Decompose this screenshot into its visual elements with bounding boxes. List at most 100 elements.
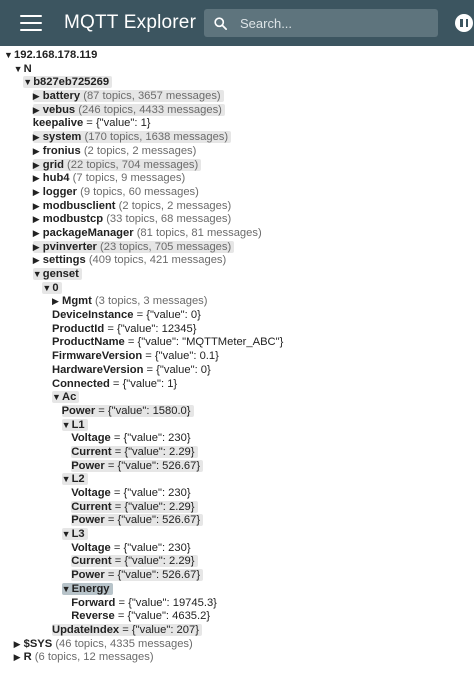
- tree-node[interactable]: ▶ hub4 (7 topics, 9 messages): [0, 172, 474, 186]
- expanded-arrow-icon[interactable]: ▼: [52, 391, 62, 405]
- tree-node[interactable]: DeviceInstance = {"value": 0}: [0, 309, 474, 323]
- tree-node-label[interactable]: ▶ vebus (246 topics, 4433 messages): [32, 103, 225, 116]
- tree-node-label[interactable]: Current = {"value": 2.29}: [71, 445, 198, 458]
- pause-icon[interactable]: [455, 14, 473, 32]
- tree-node-label[interactable]: Voltage = {"value": 230}: [71, 487, 190, 499]
- tree-node[interactable]: ▼L3: [0, 528, 474, 542]
- tree-node-label[interactable]: ▶ R (6 topics, 12 messages): [14, 651, 154, 663]
- tree-node-label[interactable]: Voltage = {"value": 230}: [71, 542, 190, 554]
- tree-node-label[interactable]: Power = {"value": 526.67}: [71, 459, 204, 472]
- tree-node-label[interactable]: ▼Ac: [52, 391, 80, 405]
- collapsed-arrow-icon[interactable]: ▶: [33, 227, 43, 241]
- tree-node-label[interactable]: ▼0: [42, 281, 62, 294]
- tree-node-label[interactable]: Voltage = {"value": 230}: [71, 432, 190, 444]
- tree-node-label[interactable]: ▶ battery (87 topics, 3657 messages): [32, 90, 224, 104]
- expanded-arrow-icon[interactable]: ▼: [62, 473, 72, 487]
- tree-node-label[interactable]: HardwareVersion = {"value": 0}: [52, 364, 211, 376]
- tree-node-label[interactable]: ▼genset: [32, 268, 82, 280]
- tree-node[interactable]: ▶ battery (87 topics, 3657 messages): [0, 90, 474, 104]
- tree-node[interactable]: ▼N: [0, 63, 474, 77]
- tree-node-label[interactable]: ProductName = {"value": "MQTTMeter_ABC"}: [52, 336, 283, 348]
- tree-node-label[interactable]: Power = {"value": 526.67}: [71, 569, 204, 582]
- tree-node-label[interactable]: ▶ logger (9 topics, 60 messages): [33, 186, 199, 198]
- collapsed-arrow-icon[interactable]: ▶: [33, 254, 43, 268]
- tree-node[interactable]: Voltage = {"value": 230}: [0, 542, 474, 556]
- tree-node[interactable]: Forward = {"value": 19745.3}: [0, 597, 474, 611]
- search-box[interactable]: [204, 9, 438, 37]
- tree-node[interactable]: Power = {"value": 526.67}: [0, 459, 474, 474]
- tree-node[interactable]: ProductName = {"value": "MQTTMeter_ABC"}: [0, 336, 474, 350]
- tree-node-label[interactable]: ▶ hub4 (7 topics, 9 messages): [33, 172, 185, 184]
- tree-node-label[interactable]: Forward = {"value": 19745.3}: [71, 597, 217, 609]
- tree-node-label[interactable]: Power = {"value": 1580.0}: [61, 404, 194, 417]
- tree-node-label[interactable]: Current = {"value": 2.29}: [71, 500, 198, 513]
- expanded-arrow-icon[interactable]: ▼: [62, 583, 72, 597]
- tree-node-label[interactable]: ▶ modbusclient (2 topics, 2 messages): [33, 200, 231, 212]
- tree-node[interactable]: ▼b827eb725269: [0, 76, 474, 90]
- tree-node-label[interactable]: ▼L1: [61, 418, 88, 431]
- collapsed-arrow-icon[interactable]: ▶: [33, 200, 43, 214]
- collapsed-arrow-icon[interactable]: ▶: [33, 241, 43, 255]
- tree-node[interactable]: ▶ logger (9 topics, 60 messages): [0, 186, 474, 200]
- tree-node[interactable]: ▶ fronius (2 topics, 2 messages): [0, 145, 474, 159]
- tree-node-label[interactable]: ▶ pvinverter (23 topics, 705 messages): [32, 240, 235, 255]
- tree-node[interactable]: ▶ settings (409 topics, 421 messages): [0, 254, 474, 268]
- tree-node[interactable]: ▶ modbusclient (2 topics, 2 messages): [0, 200, 474, 214]
- tree-node-label[interactable]: DeviceInstance = {"value": 0}: [52, 309, 201, 321]
- tree-node-label[interactable]: Reverse = {"value": 4635.2}: [71, 610, 210, 622]
- tree-node[interactable]: ▶ modbustcp (33 topics, 68 messages): [0, 213, 474, 227]
- tree-node-label[interactable]: ▼192.168.178.119: [4, 49, 97, 61]
- tree-node[interactable]: Voltage = {"value": 230}: [0, 487, 474, 501]
- collapsed-arrow-icon[interactable]: ▶: [14, 651, 24, 665]
- tree-node[interactable]: FirmwareVersion = {"value": 0.1}: [0, 350, 474, 364]
- tree-node[interactable]: ▶ packageManager (81 topics, 81 messages): [0, 227, 474, 241]
- tree-node-label[interactable]: FirmwareVersion = {"value": 0.1}: [52, 350, 219, 362]
- expanded-arrow-icon[interactable]: ▼: [14, 63, 24, 77]
- collapsed-arrow-icon[interactable]: ▶: [14, 638, 24, 652]
- tree-node[interactable]: Reverse = {"value": 4635.2}: [0, 610, 474, 624]
- tree-node-label[interactable]: ▼L2: [61, 473, 88, 487]
- tree-node-label[interactable]: Connected = {"value": 1}: [52, 378, 177, 390]
- tree-node[interactable]: ▶ R (6 topics, 12 messages): [0, 651, 474, 665]
- tree-node-label[interactable]: ▶ $SYS (46 topics, 4335 messages): [14, 638, 193, 650]
- tree-node-label[interactable]: ▶ settings (409 topics, 421 messages): [33, 254, 226, 266]
- collapsed-arrow-icon[interactable]: ▶: [33, 213, 43, 227]
- tree-node-label[interactable]: Current = {"value": 2.29}: [71, 555, 198, 568]
- expanded-arrow-icon[interactable]: ▼: [4, 49, 14, 63]
- tree-node-label[interactable]: ▶ fronius (2 topics, 2 messages): [33, 145, 197, 157]
- tree-node[interactable]: Power = {"value": 526.67}: [0, 514, 474, 528]
- tree-node[interactable]: ▶ vebus (246 topics, 4433 messages): [0, 103, 474, 118]
- tree-node-label[interactable]: ▶ packageManager (81 topics, 81 messages): [33, 227, 262, 239]
- tree-node-label[interactable]: ▼N: [14, 63, 32, 75]
- menu-icon[interactable]: [20, 15, 42, 31]
- tree-node[interactable]: ▼genset: [0, 268, 474, 282]
- collapsed-arrow-icon[interactable]: ▶: [33, 186, 43, 200]
- collapsed-arrow-icon[interactable]: ▶: [33, 90, 43, 104]
- expanded-arrow-icon[interactable]: ▼: [62, 528, 72, 542]
- tree-node[interactable]: ▶ grid (22 topics, 704 messages): [0, 158, 474, 173]
- tree-node-label[interactable]: UpdateIndex = {"value": 207}: [52, 623, 202, 636]
- tree-node[interactable]: ▼Ac: [0, 391, 474, 405]
- tree-node[interactable]: ▼L2: [0, 473, 474, 487]
- collapsed-arrow-icon[interactable]: ▶: [33, 131, 43, 145]
- tree-node[interactable]: Power = {"value": 1580.0}: [0, 404, 474, 419]
- tree-node[interactable]: keepalive = {"value": 1}: [0, 117, 474, 131]
- tree-node[interactable]: UpdateIndex = {"value": 207}: [0, 623, 474, 638]
- collapsed-arrow-icon[interactable]: ▶: [33, 159, 43, 173]
- tree-node[interactable]: HardwareVersion = {"value": 0}: [0, 364, 474, 378]
- tree-node[interactable]: ▶ pvinverter (23 topics, 705 messages): [0, 240, 474, 255]
- tree-node-label[interactable]: keepalive = {"value": 1}: [33, 117, 151, 129]
- tree-node[interactable]: ▶ $SYS (46 topics, 4335 messages): [0, 638, 474, 652]
- tree-node-label[interactable]: ▼b827eb725269: [23, 76, 113, 90]
- tree-node[interactable]: ProductId = {"value": 12345}: [0, 323, 474, 337]
- collapsed-arrow-icon[interactable]: ▶: [52, 295, 62, 309]
- tree-node[interactable]: ▼0: [0, 281, 474, 296]
- tree-node[interactable]: Current = {"value": 2.29}: [0, 500, 474, 515]
- search-input[interactable]: [238, 14, 422, 32]
- tree-node[interactable]: Current = {"value": 2.29}: [0, 445, 474, 460]
- tree-node-label[interactable]: ▶ grid (22 topics, 704 messages): [32, 158, 202, 173]
- expanded-arrow-icon[interactable]: ▼: [23, 76, 33, 90]
- tree-node[interactable]: ▼192.168.178.119: [0, 49, 474, 63]
- tree-node[interactable]: Current = {"value": 2.29}: [0, 555, 474, 569]
- tree-node-label[interactable]: ProductId = {"value": 12345}: [52, 323, 196, 335]
